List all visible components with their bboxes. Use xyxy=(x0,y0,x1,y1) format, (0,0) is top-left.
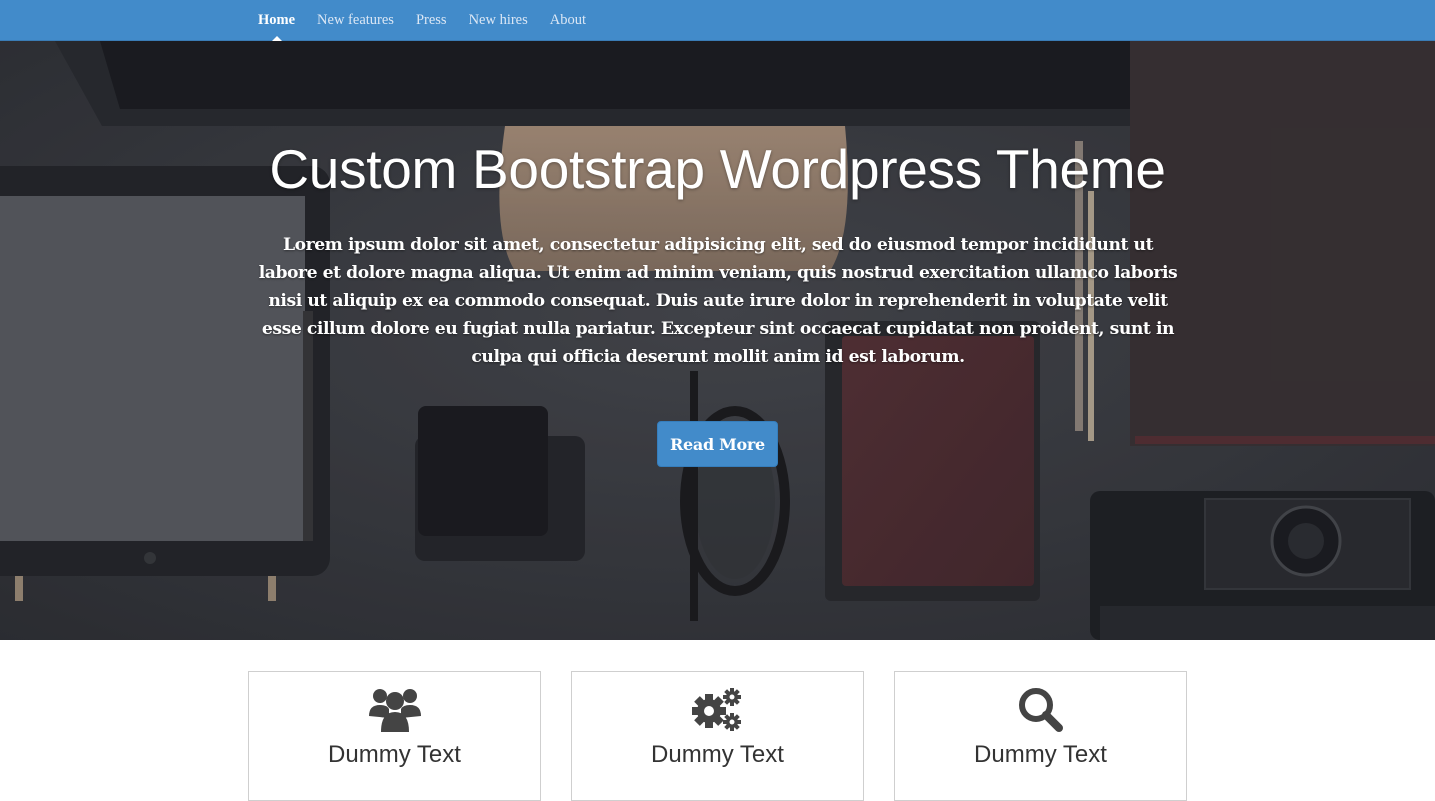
nav-link-about[interactable]: About xyxy=(550,12,586,29)
hero-paragraph: Lorem ipsum dolor sit amet, consectetur … xyxy=(258,235,1178,367)
nav-link-new-features[interactable]: New features xyxy=(317,12,394,29)
nav-link-new-hires[interactable]: New hires xyxy=(469,12,528,29)
nav-item-new-hires[interactable]: New hires xyxy=(458,0,539,41)
nav-item-home[interactable]: Home xyxy=(247,0,306,42)
nav-item-new-features[interactable]: New features xyxy=(306,0,405,41)
users-icon xyxy=(368,686,421,739)
nav-item-press[interactable]: Press xyxy=(405,0,458,41)
feature-label: Dummy Text xyxy=(328,741,461,768)
hero-section: Custom Bootstrap Wordpress Theme Lorem i… xyxy=(0,41,1435,640)
read-more-button[interactable]: Read More xyxy=(657,421,778,467)
nav-link-home[interactable]: Home xyxy=(258,12,295,29)
hero-title: Custom Bootstrap Wordpress Theme xyxy=(269,138,1166,200)
feature-label: Dummy Text xyxy=(651,741,784,768)
feature-label: Dummy Text xyxy=(974,741,1107,768)
gears-icon xyxy=(691,686,744,739)
nav-item-about[interactable]: About xyxy=(539,0,597,41)
search-icon xyxy=(1017,686,1065,739)
navbar: Home New features Press New hires About xyxy=(0,0,1435,42)
nav-link-press[interactable]: Press xyxy=(416,12,447,29)
main-nav: Home New features Press New hires About xyxy=(247,0,597,42)
